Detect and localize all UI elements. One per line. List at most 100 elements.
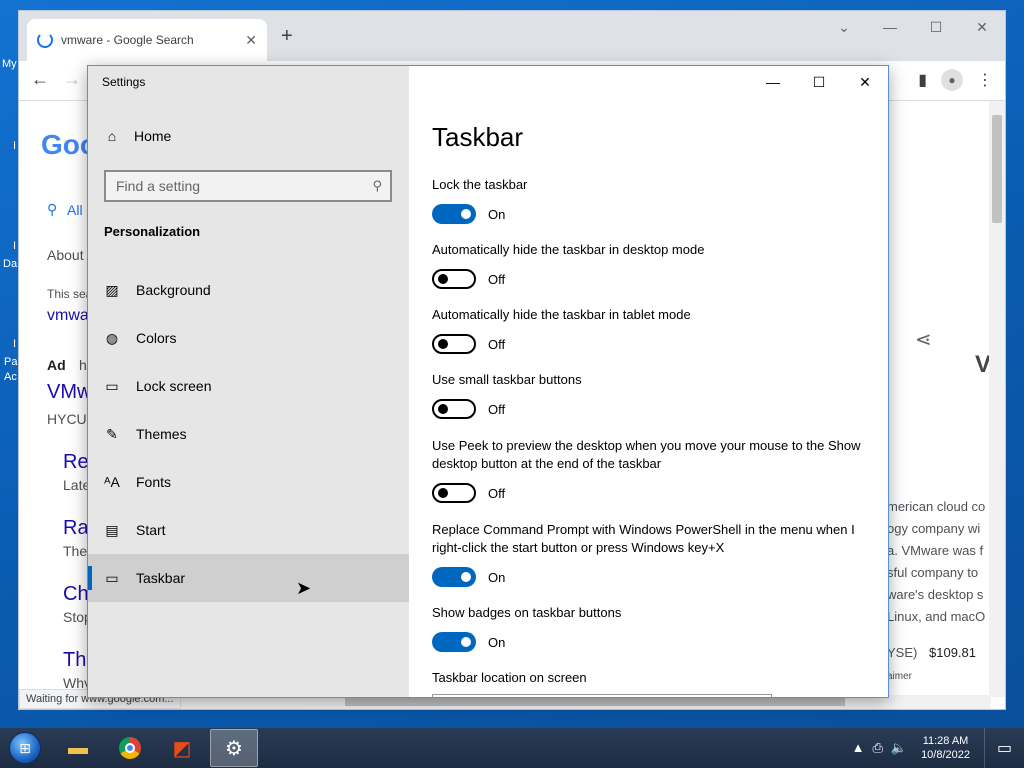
nav-list: ▨ Background ◍ Colors ▭ Lock screen ✎ Th…: [88, 266, 409, 602]
office-icon[interactable]: ◩: [158, 729, 206, 767]
setting-label: Use small taskbar buttons: [432, 372, 582, 387]
desktop-icon-label[interactable]: My: [2, 58, 17, 70]
desktop-icon-label[interactable]: Ac: [4, 371, 17, 383]
desktop-icon-label[interactable]: I: [13, 140, 16, 152]
search-box[interactable]: ⚲: [104, 170, 392, 202]
disclaimer-link[interactable]: aimer: [887, 671, 912, 682]
toolbar-right: ▮ ● ⋮: [918, 69, 993, 91]
settings-icon[interactable]: ⚙: [210, 729, 258, 767]
setting-label: Automatically hide the taskbar in deskto…: [432, 242, 705, 257]
side-panel-icon[interactable]: ▮: [918, 70, 927, 90]
page-title: Taskbar: [432, 122, 524, 152]
toggle-switch[interactable]: [432, 204, 476, 224]
maximize-icon[interactable]: ☐: [796, 66, 842, 98]
volume-icon[interactable]: 🔈: [891, 740, 907, 756]
nav-item-fonts[interactable]: ᴬA Fonts: [88, 458, 409, 506]
desktop-icon-label[interactable]: I: [13, 240, 16, 252]
taskbar-location-dropdown[interactable]: [432, 694, 772, 697]
desktop-icon-label[interactable]: Pa: [4, 356, 17, 368]
setting-label: Use Peek to preview the desktop when you…: [432, 438, 861, 471]
kp-desc-line: sful company to: [887, 565, 979, 580]
nav-home[interactable]: ⌂ Home: [104, 128, 172, 144]
nav-item-lock-screen[interactable]: ▭ Lock screen: [88, 362, 409, 410]
chrome-icon[interactable]: [106, 729, 154, 767]
desktop-icon-label[interactable]: Da: [3, 258, 17, 270]
search-input[interactable]: [116, 178, 373, 194]
toggle-switch[interactable]: [432, 483, 476, 503]
setting-label: Automatically hide the taskbar in tablet…: [432, 307, 691, 322]
desktop-icon-label[interactable]: I: [13, 338, 16, 350]
window-title: Settings: [102, 75, 146, 89]
network-icon[interactable]: ⎙: [872, 740, 882, 756]
tab-search-icon[interactable]: ⌄: [821, 13, 867, 41]
tab-all[interactable]: All: [67, 202, 83, 218]
maximize-icon[interactable]: ☐: [913, 13, 959, 41]
forward-icon[interactable]: →: [63, 69, 81, 90]
setting-peek: Use Peek to preview the desktop when you…: [432, 437, 862, 503]
stock-price: $109.81: [929, 645, 976, 660]
toggle-switch[interactable]: [432, 632, 476, 652]
themes-icon: ✎: [106, 425, 118, 442]
nav-item-start[interactable]: ▤ Start: [88, 506, 409, 554]
kp-desc-line: merican cloud co: [887, 499, 986, 514]
home-label: Home: [134, 128, 172, 144]
file-explorer-icon[interactable]: ▬: [54, 729, 102, 767]
profile-avatar-icon[interactable]: ●: [941, 69, 963, 91]
tab-strip: vmware - Google Search ✕ + ⌄ — ☐ ✕: [19, 11, 1005, 61]
show-hidden-icons-icon[interactable]: ▲: [852, 740, 865, 756]
toggle-row: On: [432, 632, 862, 652]
setting-label: Taskbar location on screen: [432, 670, 587, 685]
nav-item-background[interactable]: ▨ Background: [88, 266, 409, 314]
tray-icons: ▲ ⎙ 🔈: [852, 740, 907, 756]
clock-date: 10/8/2022: [921, 749, 970, 761]
toggle-switch[interactable]: [432, 399, 476, 419]
back-icon[interactable]: ←: [31, 69, 49, 90]
close-icon[interactable]: ✕: [842, 66, 888, 98]
share-icon[interactable]: ⋖: [915, 327, 932, 352]
setting-autohide-tablet: Automatically hide the taskbar in tablet…: [432, 306, 862, 354]
toggle-row: On: [432, 204, 862, 224]
nav-item-themes[interactable]: ✎ Themes: [88, 410, 409, 458]
scroll-thumb[interactable]: [992, 115, 1002, 223]
stock-exchange: YSE): [887, 645, 918, 660]
close-icon[interactable]: ✕: [959, 13, 1005, 41]
start-button[interactable]: ⊞: [0, 728, 50, 768]
toggle-state: Off: [488, 336, 506, 352]
settings-nav: Settings ⌂ Home ⚲ Personalization ▨ Back…: [88, 66, 409, 697]
lock-screen-icon: ▭: [105, 377, 119, 394]
nav-item-colors[interactable]: ◍ Colors: [88, 314, 409, 362]
settings-window: Settings ⌂ Home ⚲ Personalization ▨ Back…: [87, 65, 889, 698]
setting-location: Taskbar location on screen: [432, 669, 862, 687]
toggle-row: Off: [432, 334, 862, 354]
toggle-state: On: [488, 634, 506, 650]
clock[interactable]: 11:28 AM 10/8/2022: [921, 734, 970, 762]
kp-desc-line: ware's desktop s: [887, 587, 984, 602]
toggle-switch[interactable]: [432, 334, 476, 354]
toggle-switch[interactable]: [432, 567, 476, 587]
result-link[interactable]: vmwa: [47, 307, 89, 325]
sitelink[interactable]: Ch: [63, 583, 89, 606]
about-link[interactable]: About: [47, 247, 84, 263]
search-icon[interactable]: ⚲: [372, 178, 382, 194]
ad-link[interactable]: VMw: [47, 381, 91, 404]
windows-logo-icon: ⊞: [9, 732, 41, 764]
sitelink-desc: The: [63, 543, 88, 559]
toggle-switch[interactable]: [432, 269, 476, 289]
menu-icon[interactable]: ⋮: [977, 70, 993, 90]
search-note: This sea: [47, 287, 93, 301]
minimize-icon[interactable]: —: [750, 66, 796, 98]
chrome-window-controls: ⌄ — ☐ ✕: [821, 13, 1005, 41]
browser-tab[interactable]: vmware - Google Search ✕: [27, 19, 267, 61]
close-tab-icon[interactable]: ✕: [245, 32, 257, 49]
home-icon: ⌂: [107, 128, 117, 144]
new-tab-button[interactable]: +: [281, 25, 293, 48]
minimize-icon[interactable]: —: [867, 13, 913, 41]
page-vertical-scrollbar[interactable]: [989, 101, 1005, 697]
kp-desc-line: Linux, and macO: [887, 609, 986, 624]
notification-icon[interactable]: ▭: [984, 728, 1024, 768]
nav-item-taskbar[interactable]: ▭ Taskbar: [88, 554, 409, 602]
nav-item-label: Lock screen: [136, 378, 212, 394]
nav-item-label: Colors: [136, 330, 177, 346]
nav-item-label: Fonts: [136, 474, 172, 490]
scroll-thumb[interactable]: [345, 698, 845, 706]
